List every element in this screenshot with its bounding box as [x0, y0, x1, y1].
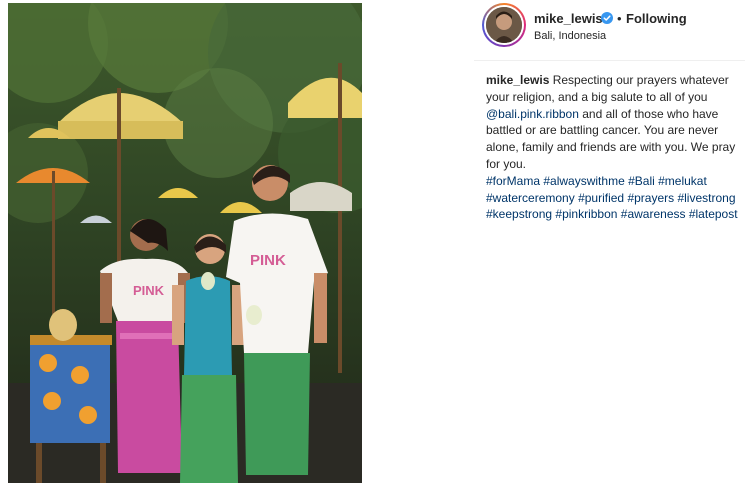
hashtag-link[interactable]: #melukat	[658, 174, 707, 188]
family-photo-illustration: PINK PINK	[8, 3, 362, 483]
hashtag-link[interactable]: #keepstrong	[486, 207, 552, 221]
verified-badge-icon	[601, 12, 613, 24]
username-link[interactable]: mike_lewis	[534, 11, 603, 26]
hashtag-link[interactable]: #purified	[578, 191, 624, 205]
post-photo[interactable]: PINK PINK	[8, 3, 362, 483]
shirt-text: PINK	[133, 283, 165, 298]
hashtag-link[interactable]: #alwayswithme	[543, 174, 624, 188]
hashtag-link[interactable]: #waterceremony	[486, 191, 575, 205]
mention-link[interactable]: @bali.pink.ribbon	[486, 107, 579, 121]
location-link[interactable]: Bali, Indonesia	[534, 30, 606, 42]
avatar[interactable]	[482, 3, 526, 47]
hashtag-link[interactable]: #awareness	[621, 207, 686, 221]
hashtag-link[interactable]: #livestrong	[677, 191, 735, 205]
profile-picture	[486, 7, 522, 43]
shirt-text: PINK	[250, 252, 286, 269]
following-button[interactable]: Following	[626, 11, 687, 26]
header-divider	[474, 60, 745, 61]
hashtag-link[interactable]: #latepost	[689, 207, 738, 221]
hashtag-link[interactable]: #prayers	[627, 191, 674, 205]
post-caption: mike_lewis Respecting our prayers whatev…	[486, 72, 738, 223]
caption-username-link[interactable]: mike_lewis	[486, 73, 549, 87]
hashtag-link[interactable]: #forMama	[486, 174, 540, 188]
hashtag-link[interactable]: #pinkribbon	[555, 207, 617, 221]
post-header: mike_lewis • Following Bali, Indonesia	[482, 3, 745, 53]
hashtag-link[interactable]: #Bali	[628, 174, 655, 188]
separator-dot: •	[617, 11, 622, 26]
